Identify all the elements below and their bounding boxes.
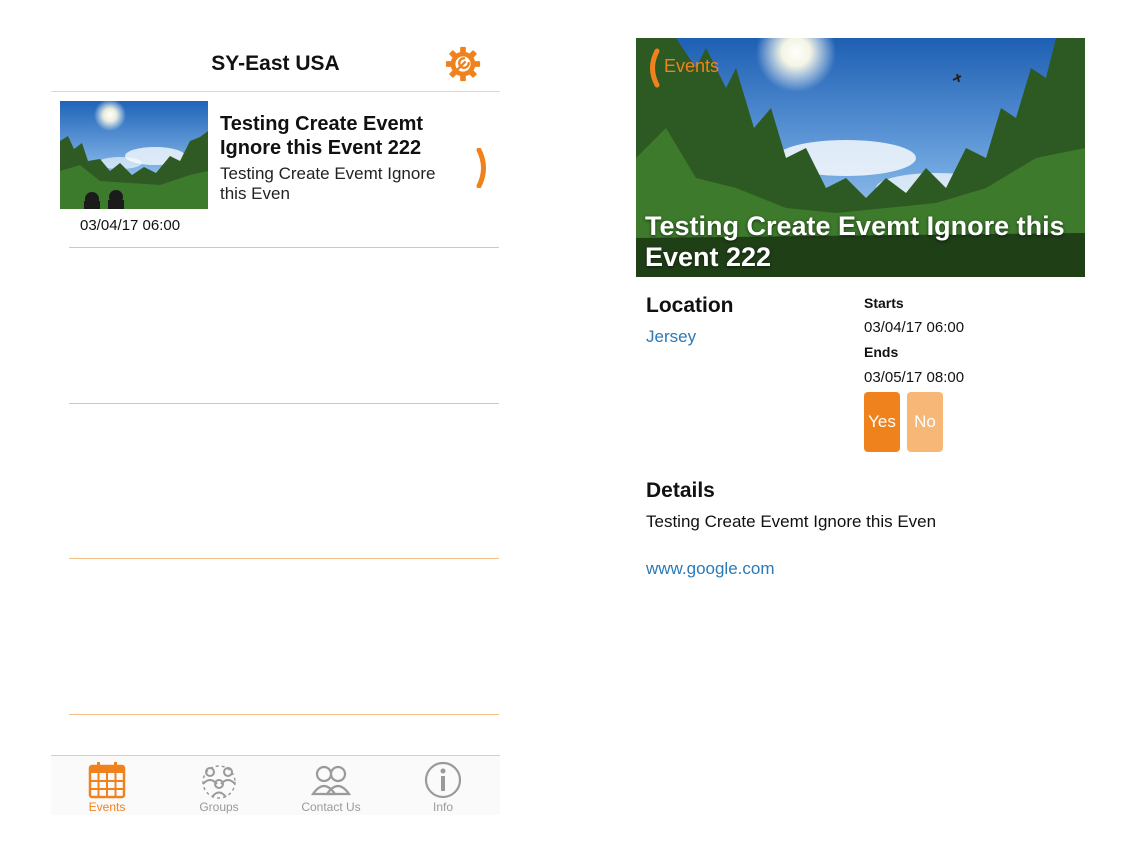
- row-divider: [69, 714, 499, 715]
- tab-label: Contact Us: [301, 800, 361, 814]
- event-subtitle: Testing Create Evemt Ignore this Even: [220, 164, 436, 203]
- tab-groups[interactable]: Groups: [163, 756, 275, 816]
- tab-events[interactable]: Events: [51, 756, 163, 816]
- page-title: SY-East USA: [211, 52, 340, 75]
- event-title: Testing Create Evemt Ignore this Event 2…: [645, 211, 1065, 272]
- ends-value: 03/05/17 08:00: [864, 369, 965, 386]
- chevron-right-icon: [476, 148, 486, 188]
- website-link[interactable]: www.google.com: [646, 559, 775, 579]
- back-label: Events: [664, 56, 720, 76]
- event-list-item[interactable]: Testing Create Evemt Ignore this Event 2…: [51, 96, 500, 248]
- event-date: 03/04/17 06:00: [80, 217, 181, 234]
- events-list-screen: SY-East USA Testing Create Evemt Ignore …: [51, 40, 500, 815]
- tab-info[interactable]: Info: [387, 756, 499, 816]
- navigation-bar: SY-East USA: [51, 40, 500, 92]
- event-thumbnail: [60, 101, 208, 209]
- row-divider: [69, 403, 499, 404]
- groups-icon: [202, 765, 236, 799]
- rsvp-no-button[interactable]: No: [907, 392, 943, 452]
- details-heading: Details: [646, 479, 715, 502]
- ends-label: Ends: [864, 344, 899, 360]
- details-text: Testing Create Evemt Ignore this Even: [646, 512, 937, 531]
- event-hero-image: Events Testing Create Evemt Ignore this …: [636, 38, 1085, 277]
- starts-label: Starts: [864, 295, 904, 311]
- tab-label: Groups: [199, 800, 239, 814]
- contact-icon: [311, 765, 351, 796]
- tab-label: Info: [432, 800, 453, 814]
- event-title: Testing Create Evemt Ignore this Event 2…: [220, 113, 424, 159]
- tab-bar: Events Groups Contact Us Info: [51, 755, 500, 815]
- row-divider: [69, 558, 499, 559]
- tab-label: Events: [88, 800, 126, 814]
- event-detail-screen: Events Testing Create Evemt Ignore this …: [636, 38, 1085, 598]
- location-link[interactable]: Jersey: [646, 327, 696, 347]
- row-divider: [69, 247, 499, 248]
- starts-value: 03/04/17 06:00: [864, 319, 965, 336]
- back-button[interactable]: Events: [642, 46, 742, 88]
- rsvp-yes-button[interactable]: Yes: [864, 392, 900, 452]
- chevron-left-icon: [650, 48, 660, 88]
- location-heading: Location: [646, 294, 734, 317]
- gear-icon[interactable]: [444, 45, 482, 83]
- info-icon: [424, 761, 462, 799]
- tab-contact-us[interactable]: Contact Us: [275, 756, 387, 816]
- calendar-icon: [88, 762, 126, 799]
